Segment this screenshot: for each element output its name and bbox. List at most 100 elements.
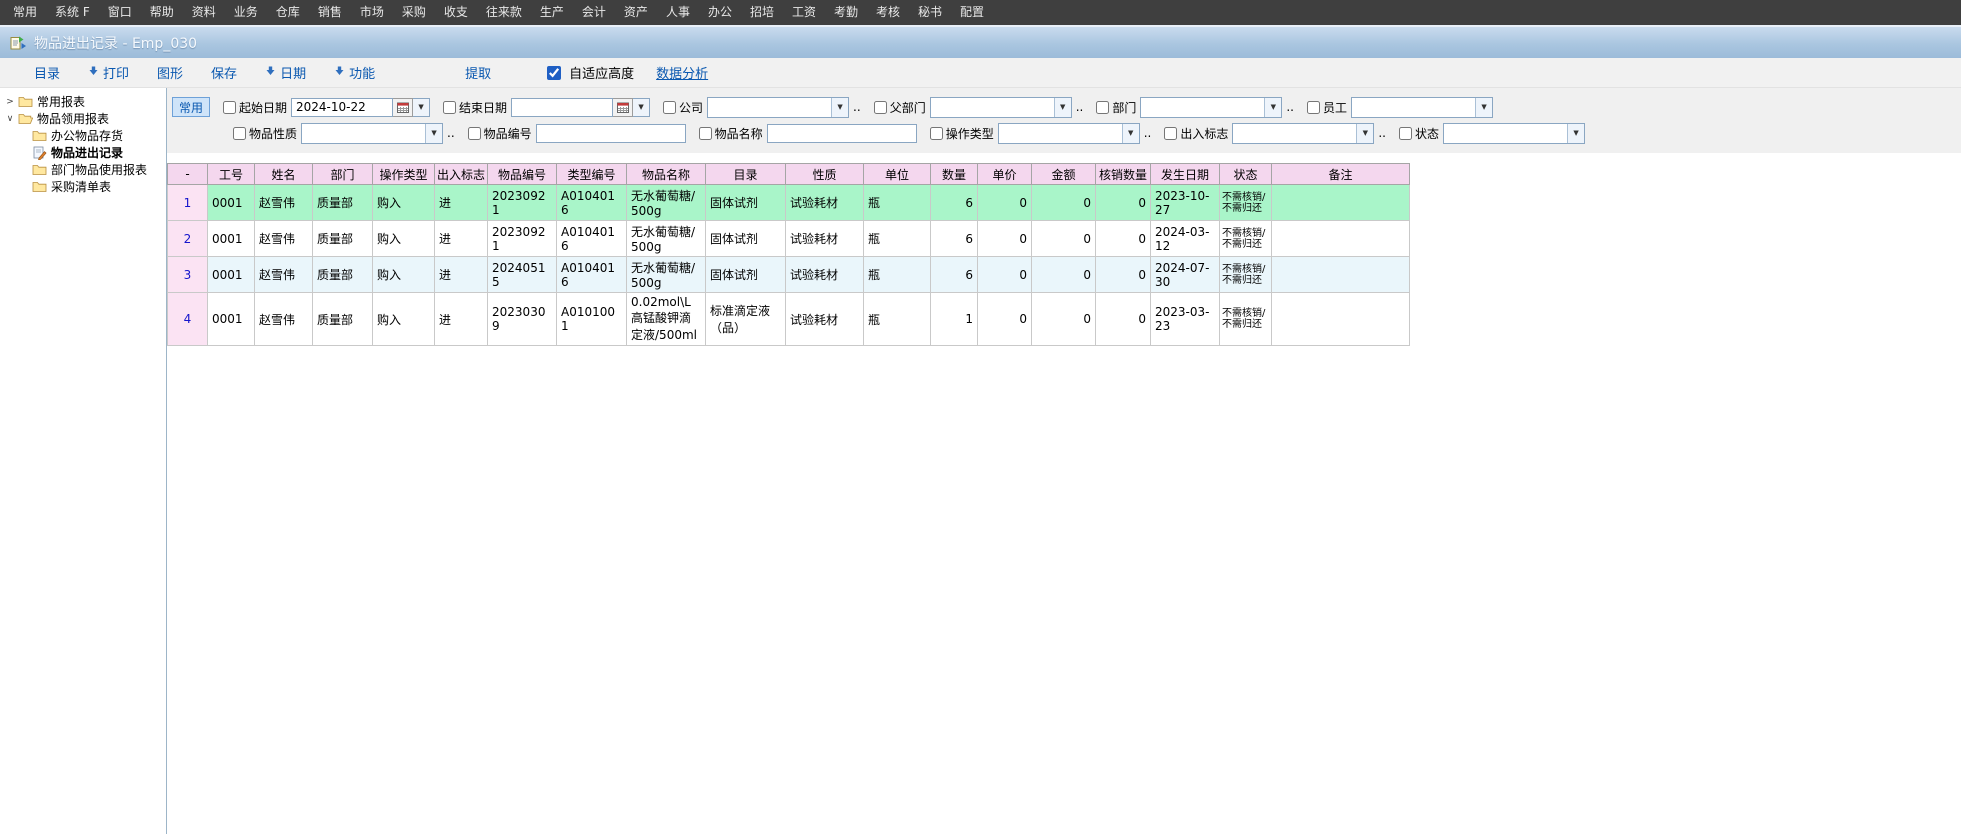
filter-checkbox-in-out-flag[interactable]: 出入标志 bbox=[1164, 125, 1228, 142]
menu-item[interactable]: 资产 bbox=[615, 0, 657, 25]
cell-type-no[interactable]: A0104016 bbox=[557, 257, 627, 293]
cell-verify-qty[interactable]: 0 bbox=[1096, 293, 1151, 346]
date-input[interactable]: 2024-10-22 bbox=[291, 98, 393, 117]
menu-item[interactable]: 人事 bbox=[657, 0, 699, 25]
cell-qty[interactable]: 6 bbox=[931, 221, 978, 257]
cell-status[interactable]: 不需核销/不需归还 bbox=[1220, 185, 1272, 221]
cell-verify-qty[interactable]: 0 bbox=[1096, 185, 1151, 221]
cell-qty[interactable]: 1 bbox=[931, 293, 978, 346]
checkbox[interactable] bbox=[874, 101, 887, 114]
toolbar-link-graph[interactable]: 图形 bbox=[143, 63, 197, 82]
column-header-item-name[interactable]: 物品名称 bbox=[627, 164, 706, 185]
cell-unit[interactable]: 瓶 bbox=[864, 221, 931, 257]
cell-price[interactable]: 0 bbox=[978, 293, 1032, 346]
filter-checkbox-status[interactable]: 状态 bbox=[1399, 125, 1439, 142]
cell-emp-id[interactable]: 0001 bbox=[208, 257, 255, 293]
toolbar-link-catalog[interactable]: 目录 bbox=[20, 63, 74, 82]
cell-item-name[interactable]: 无水葡萄糖/500g bbox=[627, 221, 706, 257]
cell-price[interactable]: 0 bbox=[978, 185, 1032, 221]
menu-item[interactable]: 系统 F bbox=[46, 0, 99, 25]
cell-item-no[interactable]: 20230921 bbox=[488, 221, 557, 257]
checkbox[interactable] bbox=[468, 127, 481, 140]
cell-remark[interactable] bbox=[1272, 293, 1410, 346]
filter-checkbox-start-date[interactable]: 起始日期 bbox=[223, 99, 287, 116]
text-input-item-name[interactable] bbox=[767, 124, 917, 143]
cell-category[interactable]: 标准滴定液（品） bbox=[706, 293, 786, 346]
menu-item[interactable]: 帮助 bbox=[141, 0, 183, 25]
checkbox[interactable] bbox=[663, 101, 676, 114]
tree-item-purchase-list[interactable]: 采购清单表 bbox=[0, 178, 166, 195]
filter-checkbox-item-nature[interactable]: 物品性质 bbox=[233, 125, 297, 142]
calendar-icon[interactable] bbox=[393, 98, 413, 117]
filter-checkbox-end-date[interactable]: 结束日期 bbox=[443, 99, 507, 116]
cell-type-no[interactable]: A0104016 bbox=[557, 221, 627, 257]
menu-item[interactable]: 办公 bbox=[699, 0, 741, 25]
column-header-status[interactable]: 状态 bbox=[1220, 164, 1272, 185]
common-filter-button[interactable]: 常用 bbox=[172, 97, 210, 117]
menu-item[interactable]: 窗口 bbox=[99, 0, 141, 25]
cell-dept[interactable]: 质量部 bbox=[313, 185, 373, 221]
column-header-nature[interactable]: 性质 bbox=[786, 164, 864, 185]
column-header-amount[interactable]: 金额 bbox=[1032, 164, 1096, 185]
cell-nature[interactable]: 试验耗材 bbox=[786, 221, 864, 257]
cell-name[interactable]: 赵雪伟 bbox=[255, 257, 313, 293]
cell-in-out[interactable]: 进 bbox=[435, 293, 488, 346]
cell-category[interactable]: 固体试剂 bbox=[706, 257, 786, 293]
column-header-emp-id[interactable]: 工号 bbox=[208, 164, 255, 185]
cell-verify-qty[interactable]: 0 bbox=[1096, 257, 1151, 293]
cell-in-out[interactable]: 进 bbox=[435, 185, 488, 221]
cell-name[interactable]: 赵雪伟 bbox=[255, 185, 313, 221]
filter-checkbox-item-name[interactable]: 物品名称 bbox=[699, 125, 763, 142]
column-header-op-type[interactable]: 操作类型 bbox=[373, 164, 435, 185]
cell-emp-id[interactable]: 0001 bbox=[208, 221, 255, 257]
combo-dept[interactable]: ▼ bbox=[1140, 97, 1282, 118]
cell-date[interactable]: 2023-10-27 bbox=[1151, 185, 1220, 221]
menu-item[interactable]: 会计 bbox=[573, 0, 615, 25]
menu-item[interactable]: 销售 bbox=[309, 0, 351, 25]
cell-op-type[interactable]: 购入 bbox=[373, 257, 435, 293]
autofit-checkbox[interactable] bbox=[547, 66, 561, 80]
menu-item[interactable]: 采购 bbox=[393, 0, 435, 25]
column-header-unit[interactable]: 单位 bbox=[864, 164, 931, 185]
menu-item[interactable]: 资料 bbox=[183, 0, 225, 25]
checkbox[interactable] bbox=[699, 127, 712, 140]
cell-date[interactable]: 2024-03-12 bbox=[1151, 221, 1220, 257]
checkbox[interactable] bbox=[1164, 127, 1177, 140]
cell-nature[interactable]: 试验耗材 bbox=[786, 185, 864, 221]
column-header-dept[interactable]: 部门 bbox=[313, 164, 373, 185]
cell-amount[interactable]: 0 bbox=[1032, 185, 1096, 221]
cell-unit[interactable]: 瓶 bbox=[864, 185, 931, 221]
cell-item-no[interactable]: 20230921 bbox=[488, 185, 557, 221]
cell-in-out[interactable]: 进 bbox=[435, 221, 488, 257]
cell-dept[interactable]: 质量部 bbox=[313, 221, 373, 257]
toolbar-link-function[interactable]: 功能 bbox=[320, 63, 389, 82]
menu-item[interactable]: 收支 bbox=[435, 0, 477, 25]
cell-verify-qty[interactable]: 0 bbox=[1096, 221, 1151, 257]
dropdown-arrow-icon[interactable]: ▼ bbox=[413, 98, 430, 117]
tree-expander-icon[interactable]: ∨ bbox=[3, 114, 17, 124]
column-header-category[interactable]: 目录 bbox=[706, 164, 786, 185]
cell-type-no[interactable]: A0104016 bbox=[557, 185, 627, 221]
menu-item[interactable]: 配置 bbox=[951, 0, 993, 25]
menu-item[interactable]: 秘书 bbox=[909, 0, 951, 25]
autofit-toggle[interactable]: 自适应高度 bbox=[543, 63, 634, 83]
menu-item[interactable]: 业务 bbox=[225, 0, 267, 25]
checkbox[interactable] bbox=[233, 127, 246, 140]
cell-category[interactable]: 固体试剂 bbox=[706, 221, 786, 257]
cell-status[interactable]: 不需核销/不需归还 bbox=[1220, 221, 1272, 257]
cell-status[interactable]: 不需核销/不需归还 bbox=[1220, 293, 1272, 346]
filter-checkbox-parent-dept[interactable]: 父部门 bbox=[874, 99, 926, 116]
cell-name[interactable]: 赵雪伟 bbox=[255, 293, 313, 346]
checkbox[interactable] bbox=[1096, 101, 1109, 114]
menu-item[interactable]: 工资 bbox=[783, 0, 825, 25]
cell-num[interactable]: 1 bbox=[168, 185, 208, 221]
checkbox[interactable] bbox=[443, 101, 456, 114]
cell-dept[interactable]: 质量部 bbox=[313, 293, 373, 346]
toolbar-link-save[interactable]: 保存 bbox=[197, 63, 251, 82]
checkbox[interactable] bbox=[1399, 127, 1412, 140]
column-header-type-no[interactable]: 类型编号 bbox=[557, 164, 627, 185]
cell-remark[interactable] bbox=[1272, 185, 1410, 221]
cell-remark[interactable] bbox=[1272, 257, 1410, 293]
toolbar-link-date[interactable]: 日期 bbox=[251, 63, 320, 82]
cell-type-no[interactable]: A0101001 bbox=[557, 293, 627, 346]
